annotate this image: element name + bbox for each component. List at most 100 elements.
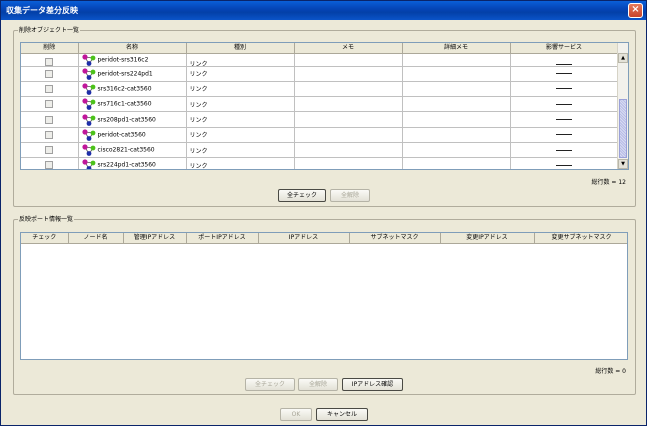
detail-memo-cell (402, 66, 511, 82)
detail-memo-cell (402, 157, 511, 169)
delete-checkbox-cell (21, 66, 79, 82)
memo-cell (294, 111, 403, 128)
table-row[interactable]: srs316c2-cat3560 リンク (21, 81, 619, 98)
type-cell: リンク (186, 81, 295, 98)
row-name: peridot-cat3560 (97, 131, 146, 139)
affected-service-cell (510, 111, 619, 128)
port-col-header[interactable]: 変更サブネットマスク (534, 233, 627, 244)
port-col-header[interactable]: IPアドレス (258, 233, 350, 244)
title-bar: 収集データ差分反映 × (1, 1, 646, 20)
scroll-thumb[interactable] (619, 99, 627, 158)
port-col-header[interactable]: 管理IPアドレス (123, 233, 187, 244)
table-row[interactable]: srs208pd1-cat3560 リンク (21, 111, 619, 128)
link-node-icon (81, 144, 95, 157)
port-col-header[interactable]: 変更IPアドレス (440, 233, 535, 244)
port-col-header[interactable]: チェック (21, 233, 69, 244)
port-col-header[interactable]: ノード名 (68, 233, 124, 244)
affected-service-cell (510, 66, 619, 82)
port-info-table: チェック ノード名 管理IPアドレス ポートIPアドレス IPアドレス サブネットマスク変… (20, 232, 628, 360)
port-row-count: 総行数 = 0 (595, 368, 626, 375)
table-row[interactable]: peridot-srs316c2 リンク (21, 53, 619, 67)
link-node-icon (81, 129, 95, 141)
row-name: srs208pd1-cat3560 (97, 116, 156, 124)
link-node-icon (81, 83, 95, 95)
window-title: 収集データ差分反映 (6, 6, 78, 15)
delete-objects-table: 削除 名称 種別 メモ 詳細メモ 影響サービス peridot-srs316c2 リンク pe… (20, 42, 629, 170)
detail-memo-cell (402, 53, 511, 67)
detail-memo-cell (402, 96, 511, 113)
delete-col-header[interactable]: 名称 (78, 43, 187, 54)
memo-cell (294, 53, 403, 67)
delete-checkbox[interactable] (45, 57, 54, 65)
link-node-icon (81, 53, 95, 65)
link-node-icon (81, 98, 95, 111)
memo-cell (294, 81, 403, 98)
delete-objects-title: 削除オブジェクト一覧 (18, 26, 81, 35)
port-check-all-button[interactable]: 全チェック (245, 378, 295, 391)
delete-col-header[interactable]: 詳細メモ (402, 43, 511, 54)
delete-checkbox[interactable] (45, 69, 54, 78)
detail-memo-cell (402, 81, 511, 98)
name-cell: srs316c2-cat3560 (78, 81, 187, 98)
delete-col-header[interactable]: 種別 (186, 43, 295, 54)
port-col-header[interactable]: サブネットマスク (349, 233, 441, 244)
name-cell: peridot-cat3560 (78, 127, 187, 143)
port-info-title: 反映ポート情報一覧 (18, 215, 75, 224)
empty-dash (556, 164, 572, 166)
affected-service-cell (510, 142, 619, 159)
delete-col-header[interactable]: メモ (294, 43, 403, 54)
cancel-button[interactable]: キャンセル (316, 408, 368, 421)
row-name: peridot-srs224pd1 (97, 70, 153, 78)
delete-check-all-button[interactable]: 全チェック (278, 189, 326, 202)
delete-checkbox[interactable] (45, 161, 54, 169)
scroll-up-button[interactable]: ▲ (618, 53, 628, 63)
delete-checkbox[interactable] (45, 115, 54, 124)
port-uncheck-all-button[interactable]: 全解除 (298, 378, 338, 391)
name-cell: peridot-srs316c2 (78, 53, 187, 67)
delete-checkbox-cell (21, 53, 79, 67)
row-name: srs716c1-cat3560 (97, 100, 152, 108)
delete-checkbox[interactable] (45, 130, 54, 139)
dialog-window: 収集データ差分反映 × 削除オブジェクト一覧 削除 名称 種別 メモ 詳細メモ 影響サービ… (0, 0, 647, 426)
delete-table-scrollbar[interactable]: ▲ ▼ (617, 43, 628, 169)
detail-memo-cell (402, 111, 511, 128)
delete-checkbox-cell (21, 96, 79, 113)
delete-checkbox[interactable] (45, 146, 54, 155)
delete-checkbox[interactable] (45, 84, 54, 93)
empty-dash (556, 63, 572, 65)
ok-button[interactable]: OK (280, 408, 312, 421)
link-node-icon (81, 68, 95, 80)
name-cell: srs208pd1-cat3560 (78, 111, 187, 128)
affected-service-cell (510, 53, 619, 67)
type-cell: リンク (186, 53, 295, 67)
row-name: cisco2821-cat3560 (97, 146, 155, 154)
table-row[interactable]: peridot-srs224pd1 リンク (21, 66, 619, 82)
scroll-down-button[interactable]: ▼ (618, 159, 628, 169)
link-node-icon (81, 113, 95, 126)
empty-dash (556, 134, 572, 136)
table-row[interactable]: peridot-cat3560 リンク (21, 127, 619, 143)
table-row[interactable]: cisco2821-cat3560 リンク (21, 142, 619, 159)
delete-checkbox[interactable] (45, 100, 54, 109)
confirm-ip-button[interactable]: IPアドレス確認 (342, 378, 403, 391)
delete-checkbox-cell (21, 127, 79, 143)
row-name: srs224pd1-cat3560 (97, 161, 156, 169)
delete-row-count: 総行数 = 12 (591, 179, 626, 186)
close-icon[interactable]: × (628, 3, 643, 18)
detail-memo-cell (402, 127, 511, 143)
delete-col-header[interactable]: 削除 (21, 43, 79, 54)
port-col-header[interactable]: ポートIPアドレス (186, 233, 259, 244)
delete-uncheck-all-button[interactable]: 全解除 (330, 189, 370, 202)
empty-dash (556, 149, 572, 151)
affected-service-cell (510, 81, 619, 98)
affected-service-cell (510, 127, 619, 143)
type-cell: リンク (186, 66, 295, 82)
empty-dash (556, 88, 572, 90)
table-row[interactable]: srs224pd1-cat3560 リンク (21, 157, 619, 169)
table-row[interactable]: srs716c1-cat3560 リンク (21, 96, 619, 113)
row-name: srs316c2-cat3560 (97, 85, 152, 93)
memo-cell (294, 127, 403, 143)
link-node-icon (81, 159, 95, 169)
name-cell: cisco2821-cat3560 (78, 142, 187, 159)
delete-col-header[interactable]: 影響サービス (510, 43, 619, 54)
